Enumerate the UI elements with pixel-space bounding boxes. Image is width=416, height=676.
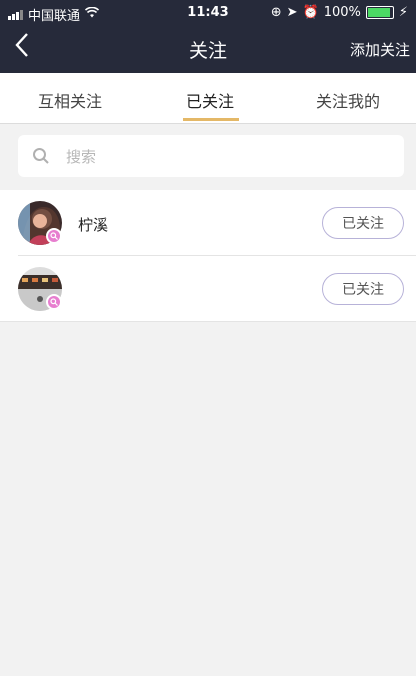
location-icon: ➤ <box>286 5 298 20</box>
list-item[interactable]: 已关注 <box>0 256 416 322</box>
add-follow-button[interactable]: 添加关注 <box>350 39 410 60</box>
following-list: 柠溪 已关注 已关注 <box>0 190 416 322</box>
tab-followers[interactable]: 关注我的 <box>316 88 380 112</box>
rotation-lock-icon: ⊕ <box>270 5 282 20</box>
user-name: 柠溪 <box>78 216 109 234</box>
nav-bar: 关注 添加关注 <box>0 26 416 73</box>
search-box[interactable] <box>18 135 404 177</box>
following-button[interactable]: 已关注 <box>322 207 404 239</box>
divider <box>0 321 416 322</box>
list-item[interactable]: 柠溪 已关注 <box>0 190 416 256</box>
battery-icon <box>365 6 394 19</box>
search-icon <box>32 147 50 165</box>
active-tab-indicator <box>183 118 239 121</box>
alarm-icon: ⏰ <box>302 5 319 20</box>
battery-percent: 100% <box>323 5 361 20</box>
tab-bar: 互相关注 已关注 关注我的 <box>0 73 416 124</box>
search-input[interactable] <box>64 145 368 169</box>
status-right: ⊕ ➤ ⏰ 100% ⚡ <box>271 5 408 20</box>
top-bar: 中国联通 11:43 ⊕ ➤ ⏰ 100% ⚡ 关注 添加关注 <box>0 0 416 73</box>
search-badge-icon <box>46 228 62 244</box>
charging-icon: ⚡ <box>398 5 408 20</box>
status-bar: 中国联通 11:43 ⊕ ➤ ⏰ 100% ⚡ <box>0 0 416 26</box>
tab-mutual[interactable]: 互相关注 <box>38 88 102 112</box>
tab-following[interactable]: 已关注 <box>186 88 234 112</box>
following-button[interactable]: 已关注 <box>322 273 404 305</box>
search-badge-icon <box>46 294 62 310</box>
